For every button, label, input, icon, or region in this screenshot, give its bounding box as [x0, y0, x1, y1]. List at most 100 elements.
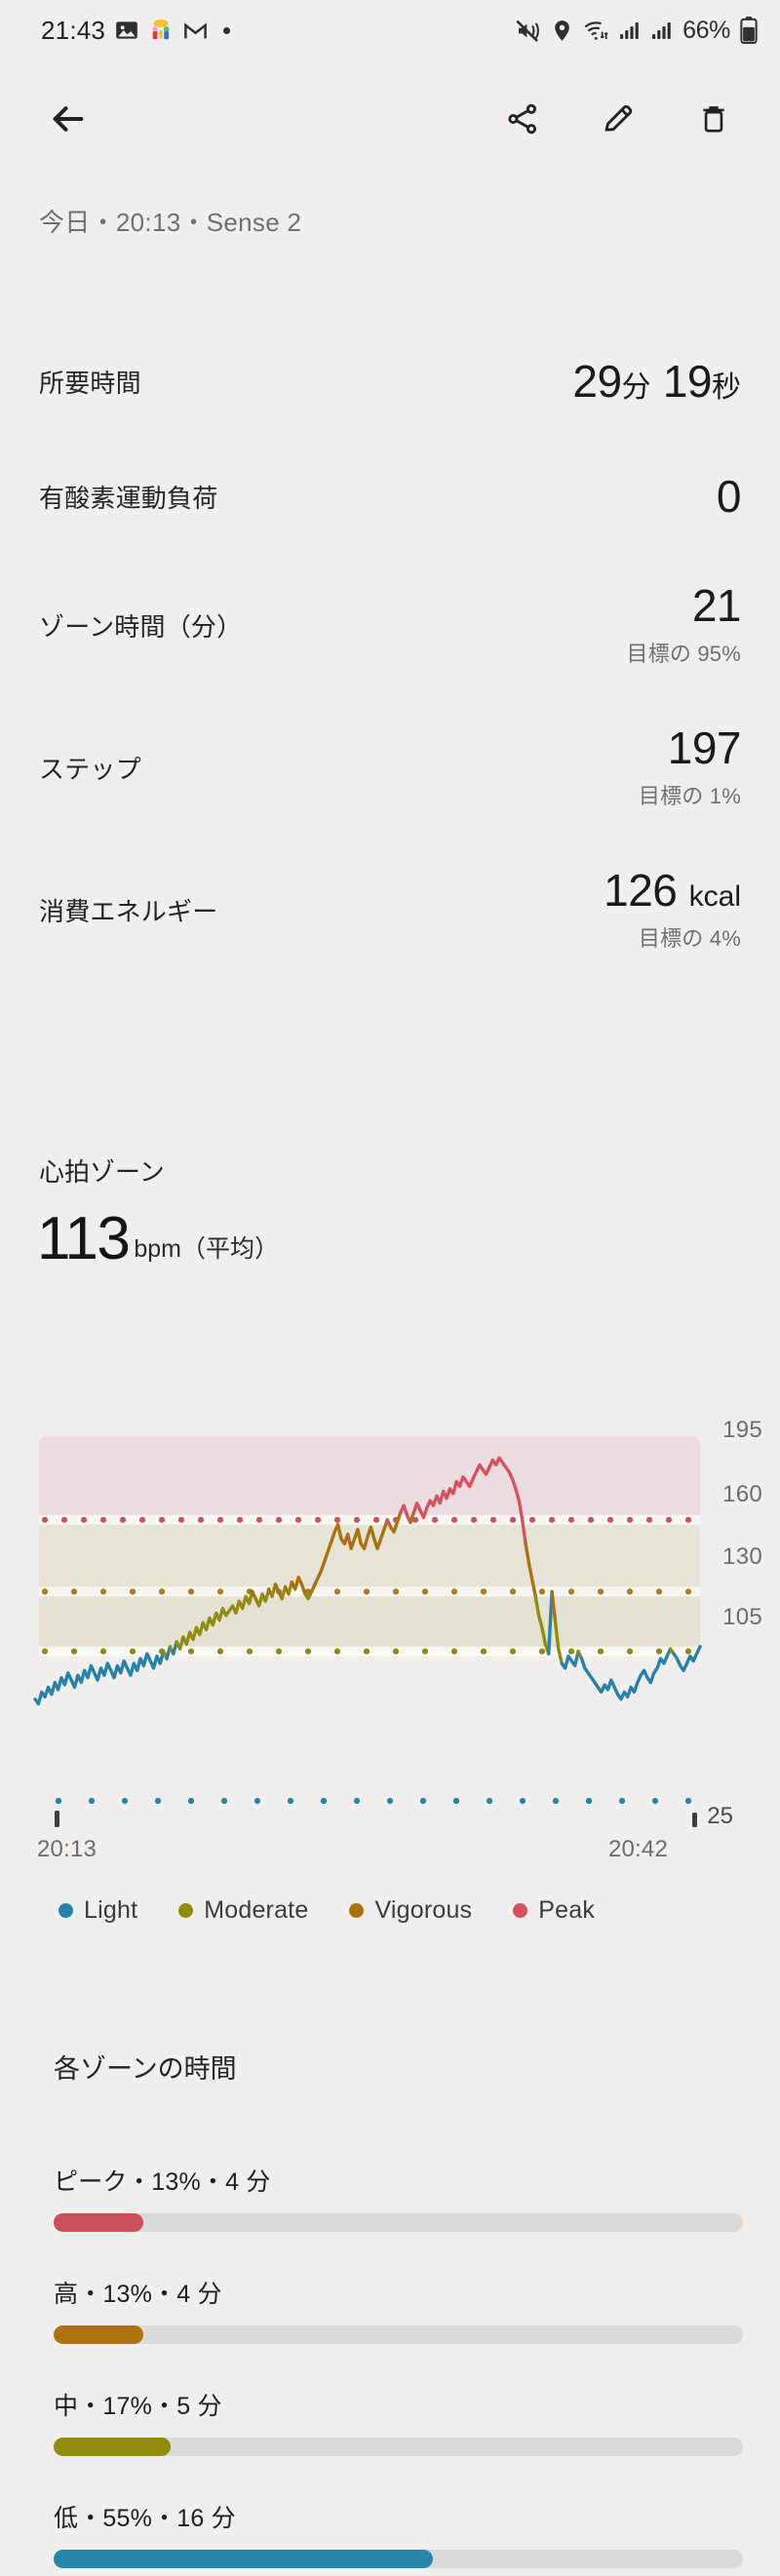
stat-label: 有酸素運動負荷 [39, 483, 218, 513]
heart-rate-unit: bpm（平均） [134, 1235, 279, 1263]
stat-right: 197 目標の 1% [638, 722, 742, 810]
pencil-icon [601, 101, 636, 141]
wifi-icon [583, 18, 609, 44]
zone-label: 中・17%・5 分 [54, 2393, 222, 2420]
calories-number: 126 [604, 864, 678, 916]
zone-fill [54, 2325, 143, 2344]
signal-bars-icon [618, 19, 642, 42]
duration-seconds: 19 [662, 355, 713, 407]
legend-dot-light-icon [58, 1903, 73, 1918]
stat-goal-sub: 目標の 95% [626, 642, 741, 667]
stats-list: 所要時間 29分 19秒 有酸素運動負荷 0 ゾーン時間（分） 21 目標の 9… [0, 324, 780, 981]
legend-label: Peak [538, 1896, 596, 1924]
zone-row-light[interactable]: 低・55%・16 分 [0, 2499, 780, 2568]
legend-item-peak[interactable]: Peak [513, 1896, 595, 1925]
x-axis-right-label: 25 [707, 1803, 733, 1829]
battery-percent-label: 66% [682, 16, 730, 44]
duration-minutes-unit: 分 [621, 371, 651, 404]
heart-rate-average: 113 bpm（平均） [37, 1209, 279, 1269]
share-icon [505, 101, 540, 141]
signal-bars-2-icon [650, 19, 674, 42]
stat-value: 21 [691, 579, 742, 631]
legend-label: Vigorous [374, 1896, 473, 1924]
zone-track [54, 2213, 743, 2232]
zone-row-peak[interactable]: ピーク・13%・4 分 [0, 2163, 780, 2232]
stat-goal-sub: 目標の 1% [638, 784, 741, 809]
stat-value: 0 [716, 470, 742, 522]
calories-unit: kcal [688, 879, 741, 913]
stat-goal-sub: 目標の 4% [638, 926, 741, 952]
stat-label: 消費エネルギー [39, 896, 218, 926]
back-arrow-icon [49, 99, 88, 143]
gmail-icon [182, 18, 209, 44]
duration-minutes: 29 [572, 355, 622, 407]
trash-icon [697, 102, 730, 140]
x-axis-dots [55, 1797, 697, 1827]
mute-vibrate-icon [515, 18, 541, 44]
workout-subtitle: 今日・20:13・Sense 2 [39, 208, 302, 237]
photos-icon [114, 18, 139, 43]
y-tick-195: 195 [722, 1417, 762, 1443]
zone-label: 高・13%・4 分 [54, 2281, 222, 2308]
stat-label: ステップ [39, 754, 141, 784]
legend-dot-moderate-icon [178, 1903, 194, 1918]
legend-item-vigorous[interactable]: Vigorous [349, 1896, 472, 1925]
heart-rate-section-title: 心拍ゾーン [39, 1157, 165, 1187]
duration-seconds-unit: 秒 [712, 371, 741, 404]
stat-right: 29分 19秒 [572, 358, 741, 405]
heart-rate-chart-svg [33, 1436, 702, 1706]
zone-row-vigorous[interactable]: 高・13%・4 分 [0, 2275, 780, 2344]
legend-item-moderate[interactable]: Moderate [178, 1896, 308, 1925]
more-dot-icon [223, 26, 231, 34]
edit-button[interactable] [589, 92, 647, 150]
chart-legend: Light Moderate Vigorous Peak [58, 1896, 741, 1925]
stat-right: 0 [716, 470, 742, 522]
stat-right: 21 目標の 95% [626, 582, 741, 668]
stat-row-duration: 所要時間 29分 19秒 [0, 324, 780, 439]
zones-bar-list: ピーク・13%・4 分 高・13%・4 分 中・17%・5 分 低・55%・16… [0, 2163, 780, 2576]
chart-x-axis: 20:13 20:42 25 [0, 1789, 780, 1882]
stat-value: 29分 19秒 [572, 358, 741, 405]
chart-y-axis: 195 160 130 105 [684, 1417, 762, 1750]
legend-dot-peak-icon [513, 1903, 528, 1918]
status-bar-left: 21:43 [41, 15, 231, 46]
app-bar-actions [493, 92, 743, 150]
legend-label: Moderate [204, 1896, 309, 1924]
legend-item-light[interactable]: Light [58, 1896, 137, 1925]
legend-dot-vigorous-icon [349, 1903, 365, 1918]
share-button[interactable] [493, 92, 552, 150]
stat-value: 126 kcal [604, 867, 741, 914]
app-bar [0, 76, 780, 166]
status-clock: 21:43 [41, 15, 106, 45]
status-bar-right: 66% [515, 17, 759, 45]
zones-section-title: 各ゾーンの時間 [54, 2054, 237, 2084]
stat-label: ゾーン時間（分） [39, 611, 243, 642]
y-tick-105: 105 [722, 1604, 762, 1630]
stat-label: 所要時間 [39, 368, 141, 398]
zone-track [54, 2438, 743, 2456]
zone-label: ピーク・13%・4 分 [54, 2168, 271, 2196]
delete-button[interactable] [684, 92, 743, 150]
zone-fill [54, 2213, 143, 2232]
zone-row-moderate[interactable]: 中・17%・5 分 [0, 2387, 780, 2456]
y-tick-160: 160 [722, 1481, 762, 1507]
status-bar: 21:43 66% [0, 0, 780, 60]
zone-fill [54, 2550, 433, 2568]
heart-rate-chart[interactable] [0, 1419, 780, 1750]
legend-label: Light [84, 1896, 138, 1924]
game-app-icon [148, 18, 174, 43]
stat-row-zone-minutes: ゾーン時間（分） 21 目標の 95% [0, 554, 780, 696]
stat-row-aerobic-load: 有酸素運動負荷 0 [0, 439, 780, 554]
zone-track [54, 2550, 743, 2568]
y-tick-130: 130 [722, 1543, 762, 1570]
workout-detail-screen: 21:43 66% 今日・20:13・Sense 2 所要時間 29分 19秒 … [0, 0, 780, 2576]
zone-label: 低・55%・16 分 [54, 2505, 236, 2532]
zone-fill [54, 2438, 172, 2456]
x-tick-start: 20:13 [37, 1836, 98, 1862]
stat-right: 126 kcal 目標の 4% [604, 867, 741, 953]
stat-value: 197 [667, 722, 742, 773]
location-icon [550, 19, 574, 43]
back-button[interactable] [39, 92, 98, 150]
x-tick-end: 20:42 [607, 1836, 668, 1862]
zone-track [54, 2325, 743, 2344]
